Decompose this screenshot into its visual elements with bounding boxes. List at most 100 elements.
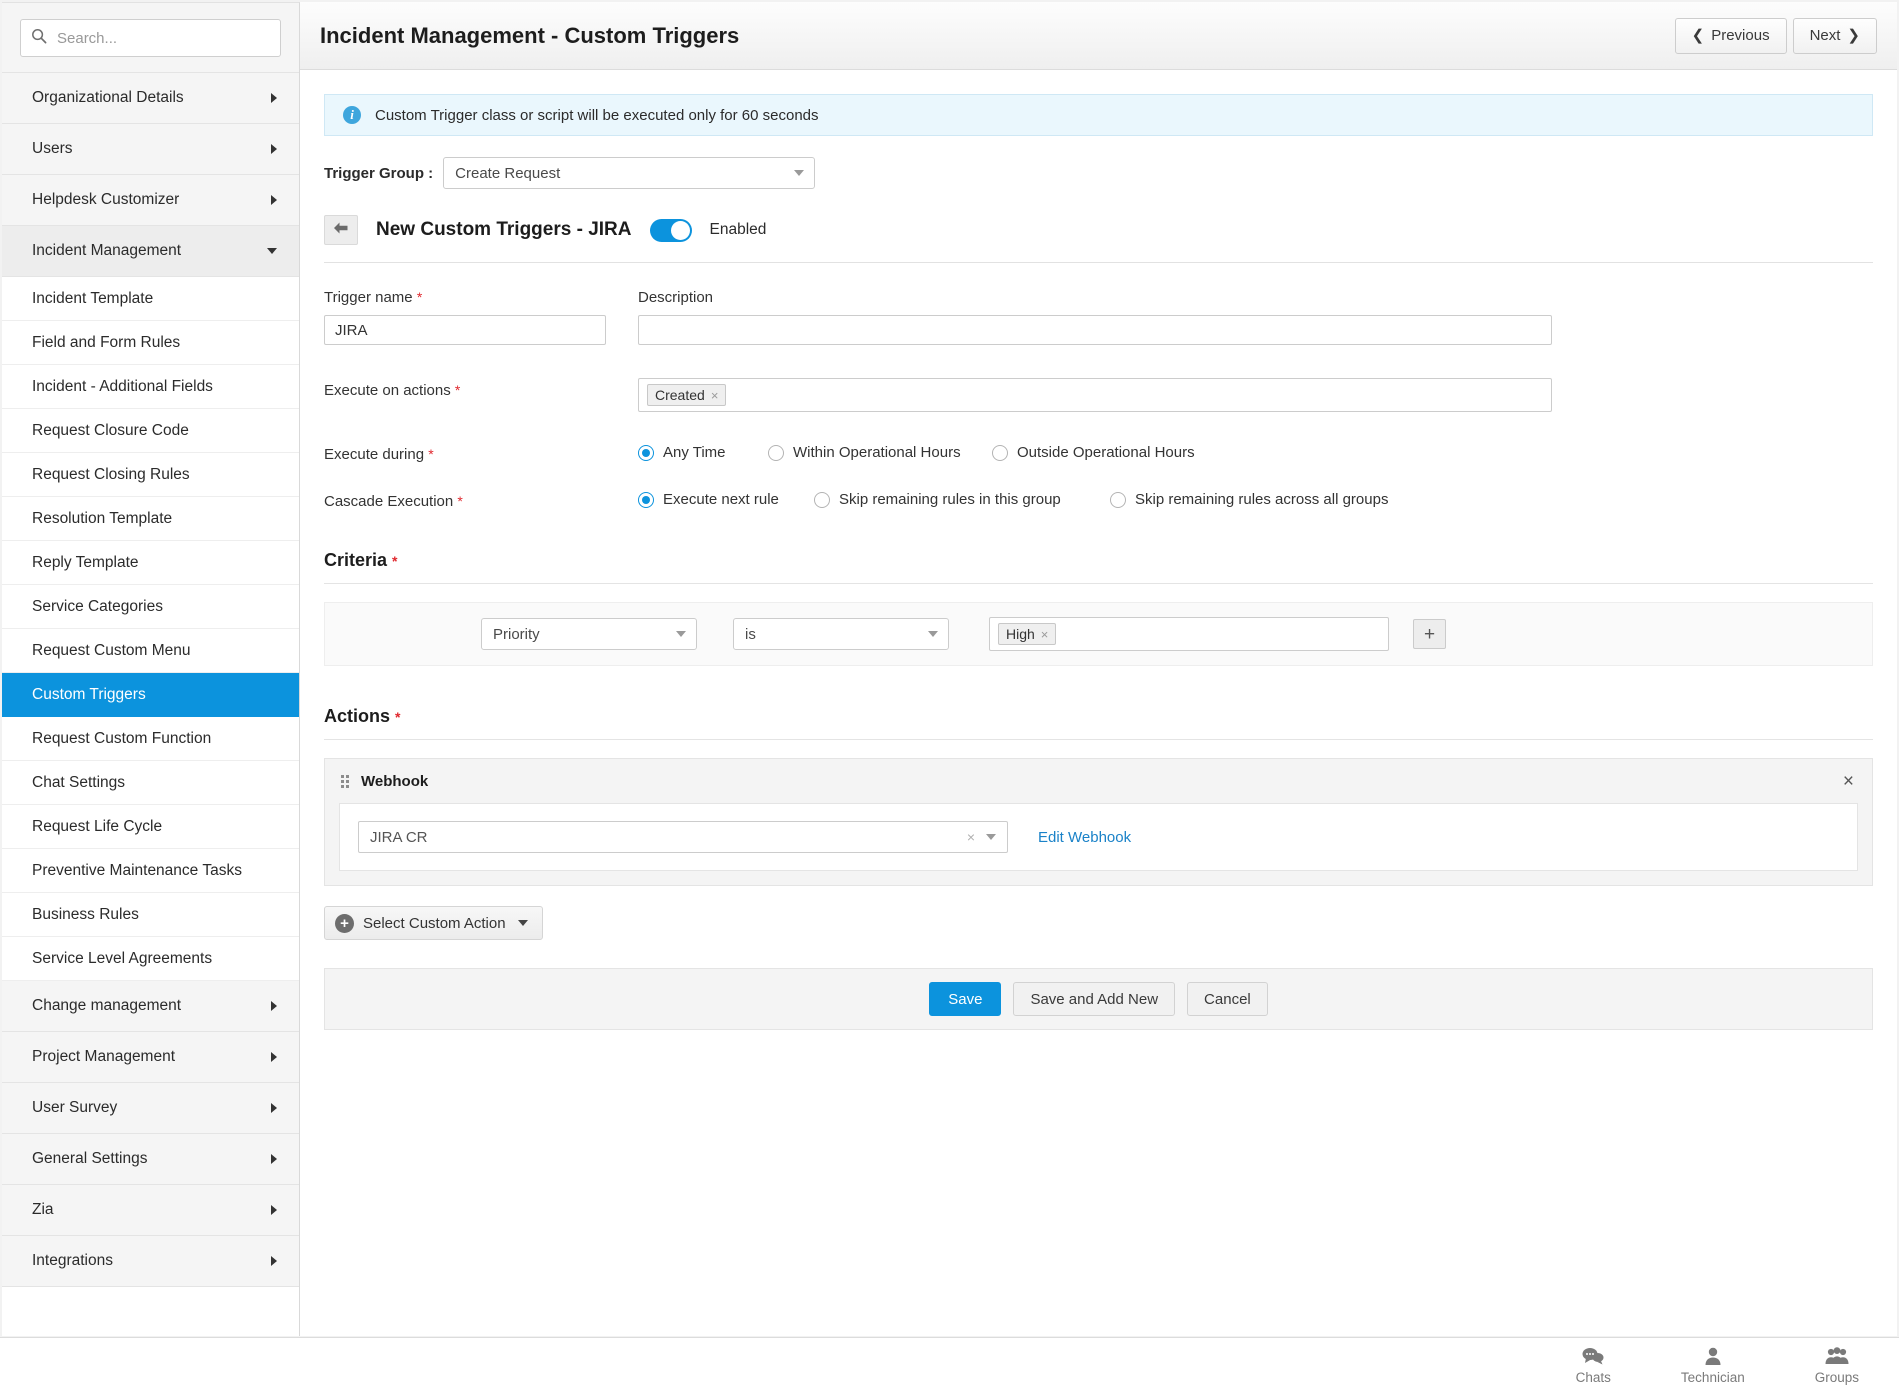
chip-remove-icon[interactable]: × xyxy=(711,388,719,403)
sidebar-item-request-custom-function[interactable]: Request Custom Function xyxy=(2,717,299,761)
enabled-toggle[interactable] xyxy=(649,218,692,242)
radio-execute-next-rule[interactable]: Execute next rule xyxy=(638,491,814,508)
radio-skip-all-groups[interactable]: Skip remaining rules across all groups xyxy=(1110,491,1388,508)
select-custom-action-button[interactable]: + Select Custom Action xyxy=(324,906,543,940)
criteria-operator-select[interactable]: is xyxy=(733,618,949,650)
clear-icon[interactable]: × xyxy=(967,829,975,845)
sidebar-item-helpdesk-customizer[interactable]: Helpdesk Customizer xyxy=(2,175,299,226)
radio-label: Skip remaining rules across all groups xyxy=(1135,491,1389,508)
status-item-label: Chats xyxy=(1575,1369,1611,1385)
drag-handle-icon[interactable] xyxy=(341,774,349,788)
criteria-field-select[interactable]: Priority xyxy=(481,618,697,650)
person-icon xyxy=(1702,1347,1724,1368)
sidebar-item-chat-settings[interactable]: Chat Settings xyxy=(2,761,299,805)
close-icon[interactable]: × xyxy=(1843,772,1854,791)
required-marker: * xyxy=(428,446,434,462)
page-title: Incident Management - Custom Triggers xyxy=(320,22,740,48)
sidebar-item-request-custom-menu[interactable]: Request Custom Menu xyxy=(2,629,299,673)
radio-label: Execute next rule xyxy=(663,491,779,508)
sidebar-item-general-settings[interactable]: General Settings xyxy=(2,1134,299,1185)
sidebar-item-resolution-template[interactable]: Resolution Template xyxy=(2,497,299,541)
sidebar-item-request-life-cycle[interactable]: Request Life Cycle xyxy=(2,805,299,849)
cancel-button[interactable]: Cancel xyxy=(1187,982,1268,1016)
sidebar-item-project-management[interactable]: Project Management xyxy=(2,1032,299,1083)
description-label: Description xyxy=(638,285,952,306)
back-button[interactable] xyxy=(324,215,358,245)
sidebar-item-incident-additional-fields[interactable]: Incident - Additional Fields xyxy=(2,365,299,409)
sidebar-item-label: Request Custom Function xyxy=(32,729,212,747)
radio-skip-in-group[interactable]: Skip remaining rules in this group xyxy=(814,491,1110,508)
radio-within-operational-hours[interactable]: Within Operational Hours xyxy=(768,444,992,461)
status-item-chats[interactable]: Chats xyxy=(1576,1347,1611,1385)
sidebar-item-user-survey[interactable]: User Survey xyxy=(2,1083,299,1134)
sidebar-item-change-management[interactable]: Change management xyxy=(2,981,299,1032)
sidebar-item-business-rules[interactable]: Business Rules xyxy=(2,893,299,937)
radio-outside-operational-hours[interactable]: Outside Operational Hours xyxy=(992,444,1195,461)
chats-icon xyxy=(1582,1347,1604,1368)
sidebar-item-zia[interactable]: Zia xyxy=(2,1185,299,1236)
chevron-right-icon xyxy=(271,1103,277,1113)
sidebar-item-label: Chat Settings xyxy=(32,773,126,791)
action-card-header: Webhook × xyxy=(325,759,1872,803)
sidebar-item-preventive-maintenance-tasks[interactable]: Preventive Maintenance Tasks xyxy=(2,849,299,893)
info-message: Custom Trigger class or script will be e… xyxy=(375,106,819,124)
sidebar: Organizational Details Users Helpdesk Cust… xyxy=(2,2,300,1336)
sidebar-item-reply-template[interactable]: Reply Template xyxy=(2,541,299,585)
criteria-value-field[interactable]: High × xyxy=(989,617,1389,651)
sidebar-item-request-closing-rules[interactable]: Request Closing Rules xyxy=(2,453,299,497)
trigger-group-row: Trigger Group : Create Request xyxy=(324,157,1873,189)
sidebar-item-label: Request Life Cycle xyxy=(32,817,163,835)
webhook-select[interactable]: JIRA CR × xyxy=(358,821,1008,853)
sidebar-item-incident-template[interactable]: Incident Template xyxy=(2,277,299,321)
trigger-name-input[interactable] xyxy=(324,315,606,345)
radio-label: Skip remaining rules in this group xyxy=(839,491,1061,508)
sidebar-item-label: Incident Management xyxy=(32,242,182,259)
plus-circle-icon: + xyxy=(335,913,354,933)
sidebar-item-label: Reply Template xyxy=(32,553,139,571)
sidebar-nav-list: Organizational Details Users Helpdesk Cust… xyxy=(2,73,299,1287)
status-item-label: Groups xyxy=(1814,1369,1859,1385)
plus-icon: + xyxy=(1423,623,1436,645)
sidebar-item-organizational-details[interactable]: Organizational Details xyxy=(2,73,299,124)
status-item-technician[interactable]: Technician xyxy=(1681,1347,1745,1385)
criteria-field-value: Priority xyxy=(493,625,540,643)
save-button[interactable]: Save xyxy=(929,982,1002,1016)
sidebar-item-custom-triggers[interactable]: Custom Triggers xyxy=(2,673,299,717)
radio-any-time[interactable]: Any Time xyxy=(638,444,768,461)
sidebar-item-integrations[interactable]: Integrations xyxy=(2,1236,299,1287)
sidebar-item-users[interactable]: Users xyxy=(2,124,299,175)
search-input[interactable] xyxy=(47,28,280,48)
action-card-webhook: Webhook × JIRA CR × Edit Webhook xyxy=(324,758,1873,886)
sidebar-item-label: Service Level Agreements xyxy=(32,949,213,967)
previous-button[interactable]: ❮ Previous xyxy=(1674,17,1787,54)
edit-webhook-link[interactable]: Edit Webhook xyxy=(1038,829,1131,846)
sidebar-item-service-categories[interactable]: Service Categories xyxy=(2,585,299,629)
chip-created[interactable]: Created × xyxy=(647,384,727,406)
sidebar-item-incident-management[interactable]: Incident Management xyxy=(2,226,299,277)
chevron-right-icon xyxy=(271,1052,277,1062)
criteria-operator-value: is xyxy=(745,625,756,643)
execute-during-label: Execute during * xyxy=(324,442,638,463)
trigger-group-select[interactable]: Create Request xyxy=(443,157,816,189)
chip-remove-icon[interactable]: × xyxy=(1041,627,1049,642)
sidebar-item-service-level-agreements[interactable]: Service Level Agreements xyxy=(2,937,299,981)
sidebar-item-label: User Survey xyxy=(32,1099,118,1116)
save-and-add-new-button[interactable]: Save and Add New xyxy=(1013,982,1176,1016)
chip-high[interactable]: High × xyxy=(998,623,1057,645)
sidebar-item-label: Field and Form Rules xyxy=(32,333,181,351)
row-cascade-execution: Cascade Execution * Execute next rule Sk… xyxy=(324,489,1873,510)
execute-on-actions-field[interactable]: Created × xyxy=(638,378,1552,412)
required-marker: * xyxy=(416,289,423,305)
chevron-right-icon xyxy=(271,1205,277,1215)
radio-indicator xyxy=(768,444,784,461)
status-item-groups[interactable]: Groups xyxy=(1814,1346,1859,1385)
row-execute-on-actions: Execute on actions * Created × xyxy=(324,378,1873,412)
sidebar-item-request-closure-code[interactable]: Request Closure Code xyxy=(2,409,299,453)
sidebar-item-field-and-form-rules[interactable]: Field and Form Rules xyxy=(2,321,299,365)
search-box[interactable] xyxy=(20,19,281,57)
criteria-section-title: Criteria * xyxy=(324,550,1873,584)
add-criteria-button[interactable]: + xyxy=(1413,619,1446,649)
next-button[interactable]: Next ❯ xyxy=(1792,17,1877,54)
form-footer: Save Save and Add New Cancel xyxy=(324,968,1873,1030)
description-input[interactable] xyxy=(638,315,1552,345)
